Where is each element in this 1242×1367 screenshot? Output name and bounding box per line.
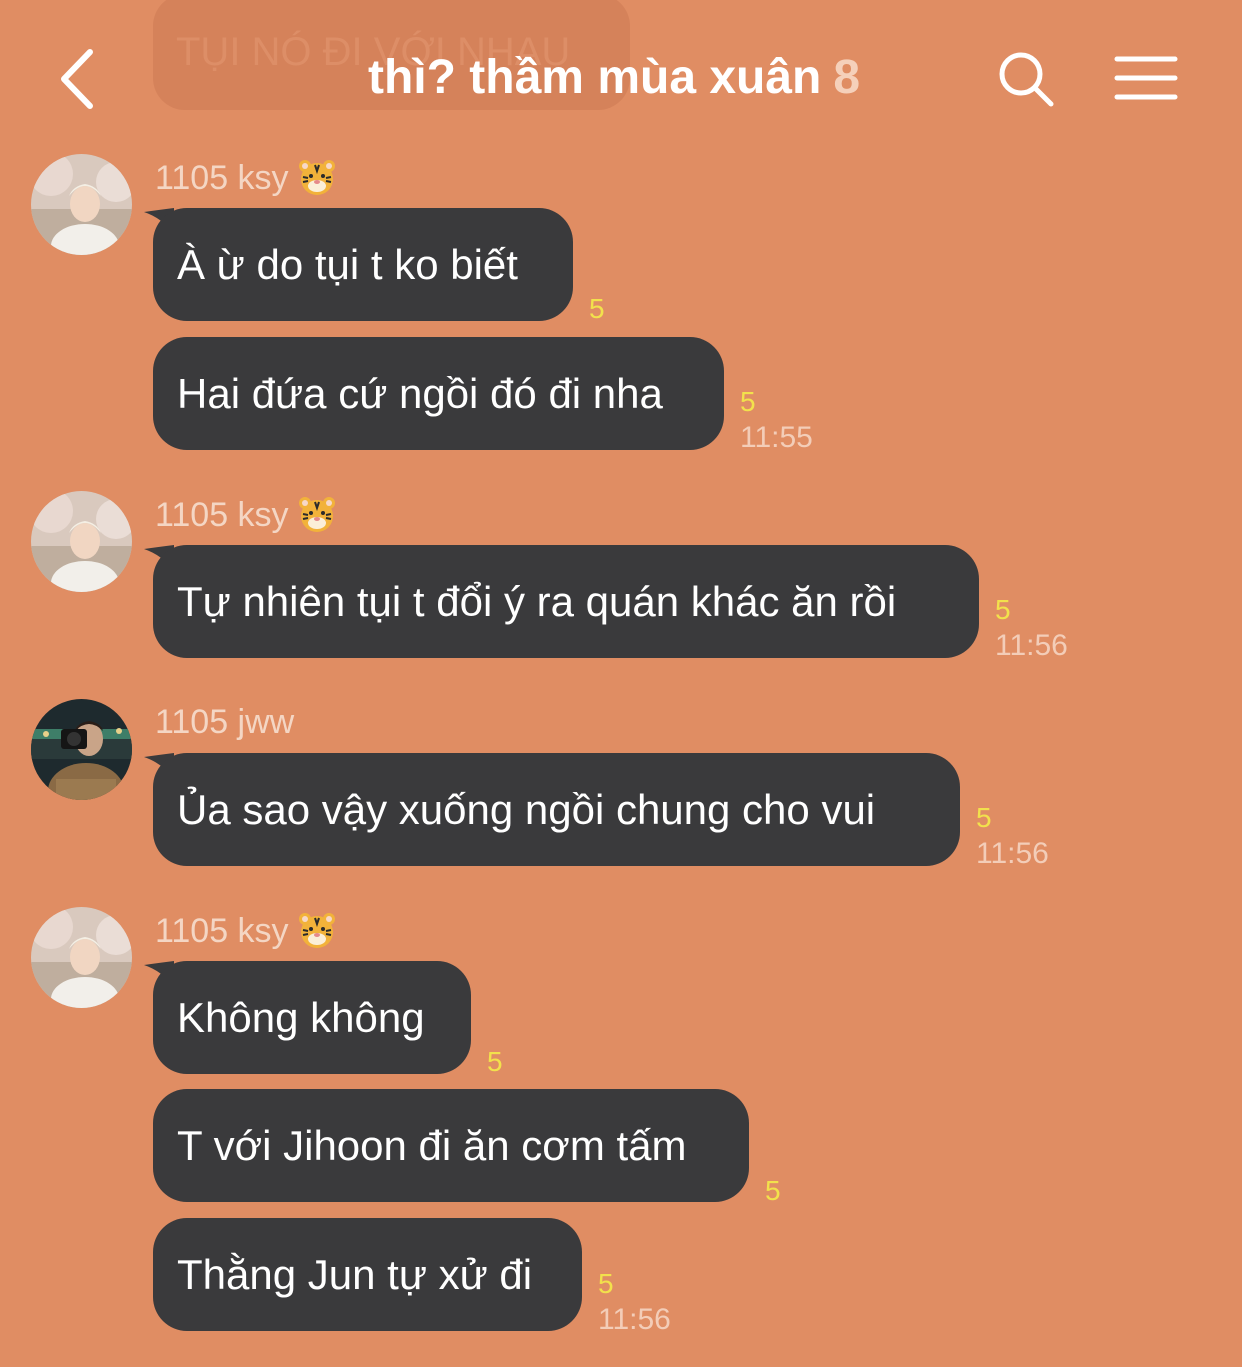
unread-count: 5 xyxy=(995,594,1011,625)
message-time: 11:56 xyxy=(995,629,1068,662)
message-bubble[interactable]: Thằng Jun tự xử đi xyxy=(153,1218,582,1331)
search-icon[interactable] xyxy=(996,50,1056,110)
sender-name-text: 1105 ksy xyxy=(155,912,289,950)
message-time: 11:55 xyxy=(740,421,813,454)
sender-name-text: 1105 jww xyxy=(155,703,295,741)
sender-name: 1105 ksy xyxy=(155,495,337,535)
message-text: T với Jihoon đi ăn cơm tấm xyxy=(177,1122,687,1169)
unread-count: 5 xyxy=(765,1175,781,1206)
message-time: 11:56 xyxy=(598,1303,671,1336)
message-text: Thằng Jun tự xử đi xyxy=(177,1251,533,1298)
message-bubble[interactable]: Ủa sao vậy xuống ngồi chung cho vui xyxy=(153,753,960,866)
chat-title[interactable]: thì? thầm mùa xuân 8 xyxy=(368,50,860,106)
avatar-ksy[interactable] xyxy=(31,154,132,255)
member-count: 8 xyxy=(833,51,861,104)
message-text: Ủa sao vậy xuống ngồi chung cho vui xyxy=(177,786,876,833)
avatar-jww[interactable] xyxy=(31,699,132,800)
message-time: 11:56 xyxy=(976,837,1049,870)
message-bubble[interactable]: Tự nhiên tụi t đổi ý ra quán khác ăn rồi xyxy=(153,545,979,658)
unread-count: 5 xyxy=(740,386,756,417)
unread-count: 5 xyxy=(976,802,992,833)
message-bubble[interactable]: Không không xyxy=(153,961,471,1074)
message-text: Không không xyxy=(177,994,425,1041)
message-bubble[interactable]: T với Jihoon đi ăn cơm tấm xyxy=(153,1089,749,1202)
sender-name-text: 1105 ksy xyxy=(155,159,289,197)
unread-count: 5 xyxy=(487,1046,503,1077)
message-text: Hai đứa cứ ngồi đó đi nha xyxy=(177,370,663,417)
message-text: À ừ do tụi t ko biết xyxy=(177,241,518,288)
message-bubble[interactable]: Hai đứa cứ ngồi đó đi nha xyxy=(153,337,724,450)
chevron-left-icon[interactable] xyxy=(52,44,112,114)
menu-icon[interactable] xyxy=(1114,55,1178,103)
tiger-face-icon xyxy=(297,494,337,534)
sender-name: 1105 jww xyxy=(155,702,294,742)
avatar-ksy[interactable] xyxy=(31,907,132,1008)
chat-title-text: thì? thầm mùa xuân xyxy=(368,51,822,104)
tiger-face-icon xyxy=(297,910,337,950)
unread-count: 5 xyxy=(589,293,605,324)
avatar-ksy[interactable] xyxy=(31,491,132,592)
sender-name: 1105 ksy xyxy=(155,158,337,198)
message-text: Tự nhiên tụi t đổi ý ra quán khác ăn rồi xyxy=(177,578,897,625)
unread-count: 5 xyxy=(598,1268,614,1299)
sender-name-text: 1105 ksy xyxy=(155,496,289,534)
tiger-face-icon xyxy=(297,157,337,197)
chat-header: thì? thầm mùa xuân 8 xyxy=(0,0,1242,150)
message-bubble[interactable]: À ừ do tụi t ko biết xyxy=(153,208,573,321)
sender-name: 1105 ksy xyxy=(155,911,337,951)
